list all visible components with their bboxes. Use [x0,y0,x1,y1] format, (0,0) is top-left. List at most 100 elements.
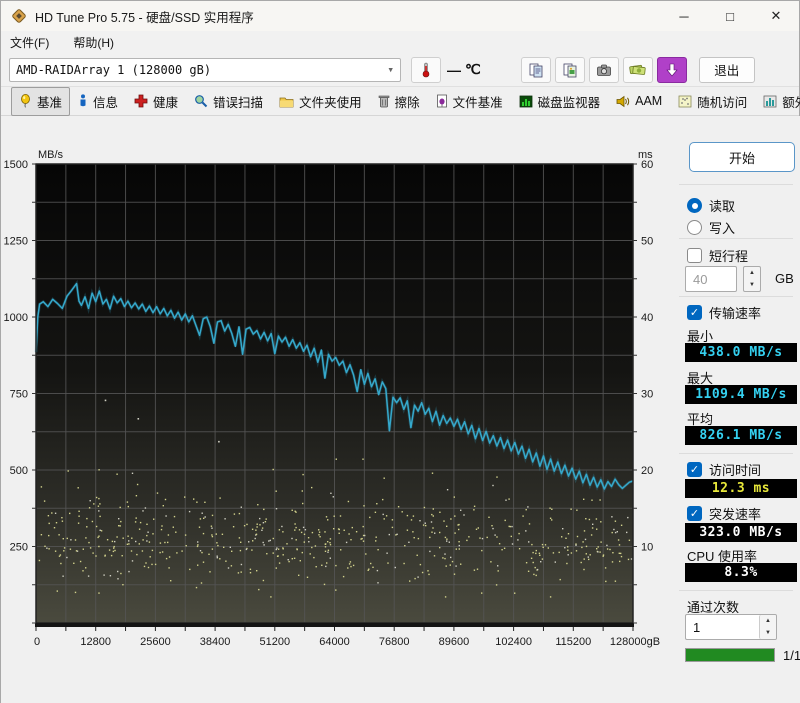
screenshot-button[interactable] [588,56,619,83]
extra-tests-icon [763,95,777,107]
gb-unit-label: GB [775,271,794,286]
tab-erase[interactable]: 擦除 [370,87,428,116]
exit-button[interactable]: 退出 [698,56,755,83]
svg-text:MB/s: MB/s [38,149,64,161]
svg-text:102400: 102400 [495,636,532,648]
pass-count-spinner[interactable]: ▲ ▼ [759,615,776,639]
svg-text:30: 30 [641,389,653,401]
svg-text:12800: 12800 [80,636,111,648]
spin-up-icon[interactable]: ▲ [760,615,776,627]
svg-text:20: 20 [641,465,653,477]
svg-text:750: 750 [10,389,28,401]
tab-info[interactable]: 信息 [70,87,126,116]
start-button[interactable]: 开始 [689,142,795,172]
app-window: HD Tune Pro 5.75 - 硬盘/SSD 实用程序 ─ □ ✕ 文件(… [0,0,800,703]
tab-bar: 基准 信息 健康 错误扫描 文件夹使用 擦除 文件基准 磁盘监视器 AAM 随机… [1,86,800,116]
folder-usage-icon [279,97,294,107]
burst-rate-display: 323.0 MB/s [685,523,797,542]
maximize-button[interactable]: □ [707,1,753,31]
update-button[interactable] [656,56,687,83]
benchmark-controls: 开始 读取 写入 短行程 40 ▲ ▼ GB ✓ 传输速率 最小 438.0 M… [677,116,800,703]
tab-benchmark[interactable]: 基准 [11,86,71,116]
read-radio[interactable]: 读取 [687,196,735,215]
file-benchmark-icon [436,94,447,108]
radio-on-icon [687,198,702,213]
short-stroke-size-field[interactable]: 40 [685,266,737,292]
access-time-display: 12.3 ms [685,479,797,498]
celsius-unit: ℃ [465,61,481,77]
spin-up-icon[interactable]: ▲ [744,267,760,279]
svg-text:1250: 1250 [4,236,28,248]
spin-down-icon[interactable]: ▼ [744,279,760,291]
avg-value-display: 826.1 MB/s [685,426,797,445]
health-icon [134,94,148,108]
transfer-rate-checkbox[interactable]: ✓ 传输速率 [687,303,761,322]
download-arrow-icon [666,63,678,76]
tab-aam[interactable]: AAM [608,89,670,113]
svg-text:76800: 76800 [379,636,410,648]
benchmark-view: MB/s ms 1500 1250 1000 750 500 250 60 50 40 30 20 10 0… [1,116,800,703]
temperature-readout: — ℃ [447,61,481,78]
random-access-icon [678,95,692,107]
progress-label: 1/1 [783,648,800,663]
tab-extra-tests[interactable]: 额外测试 [755,87,800,116]
minimize-button[interactable]: ─ [661,1,707,31]
aam-speaker-icon [616,95,630,107]
copy-image-icon [563,63,577,77]
short-stroke-checkbox[interactable]: 短行程 [687,246,748,265]
checkbox-unchecked-icon [687,248,702,263]
access-time-checkbox[interactable]: ✓ 访问时间 [687,460,761,479]
drive-select[interactable]: AMD-RAIDArray 1 (128000 gB) ▾ [9,57,401,82]
copy-text-icon [529,63,543,77]
menu-file[interactable]: 文件(F) [10,34,49,51]
thermometer-icon [422,62,430,77]
svg-text:0: 0 [34,636,40,648]
tab-disk-monitor[interactable]: 磁盘监视器 [511,87,609,116]
checkbox-checked-icon: ✓ [687,506,702,521]
tab-folder-usage[interactable]: 文件夹使用 [271,87,370,116]
svg-text:38400: 38400 [200,636,231,648]
spin-down-icon[interactable]: ▼ [760,627,776,639]
error-scan-icon [195,95,208,108]
temperature-button[interactable] [411,56,441,83]
svg-text:40: 40 [641,312,653,324]
copy-text-button[interactable] [520,56,551,83]
svg-text:25600: 25600 [140,636,171,648]
svg-text:500: 500 [10,465,28,477]
cpu-usage-display: 8.3% [685,563,797,582]
svg-text:128000gB: 128000gB [610,636,660,648]
benchmark-icon [21,94,30,108]
svg-text:250: 250 [10,542,28,554]
disk-monitor-icon [519,95,533,107]
tab-file-benchmark[interactable]: 文件基准 [428,87,511,116]
progress-bar [685,648,775,662]
svg-text:115200: 115200 [555,636,591,648]
checkbox-checked-icon: ✓ [687,305,702,320]
info-icon [80,94,86,107]
dollar-icon [629,64,646,75]
svg-text:1500: 1500 [4,159,28,171]
write-radio[interactable]: 写入 [687,218,735,237]
close-button[interactable]: ✕ [753,1,799,31]
tab-health[interactable]: 健康 [126,87,186,116]
benchmark-chart: MB/s ms1500125010007505002506050403020100… [4,149,661,648]
burst-rate-checkbox[interactable]: ✓ 突发速率 [687,504,761,523]
short-stroke-spinner[interactable]: ▲ ▼ [743,266,761,292]
max-value-display: 1109.4 MB/s [685,385,797,404]
tab-random-access[interactable]: 随机访问 [670,87,755,116]
copy-image-button[interactable] [554,56,585,83]
camera-icon [596,64,611,76]
svg-text:64000: 64000 [319,636,350,648]
window-title: HD Tune Pro 5.75 - 硬盘/SSD 实用程序 [35,10,254,25]
svg-text:60: 60 [641,159,653,171]
chevron-down-icon: ▾ [387,63,394,76]
radio-off-icon [687,220,702,235]
title-bar: HD Tune Pro 5.75 - 硬盘/SSD 实用程序 ─ □ ✕ [1,1,799,31]
tab-error-scan[interactable]: 错误扫描 [186,87,271,116]
toolbar: AMD-RAIDArray 1 (128000 gB) ▾ — ℃ 退出 [1,53,799,86]
min-value-display: 438.0 MB/s [685,343,797,362]
svg-text:10: 10 [641,542,653,554]
purchase-button[interactable] [622,56,653,83]
menu-help[interactable]: 帮助(H) [73,34,114,51]
checkbox-checked-icon: ✓ [687,462,702,477]
